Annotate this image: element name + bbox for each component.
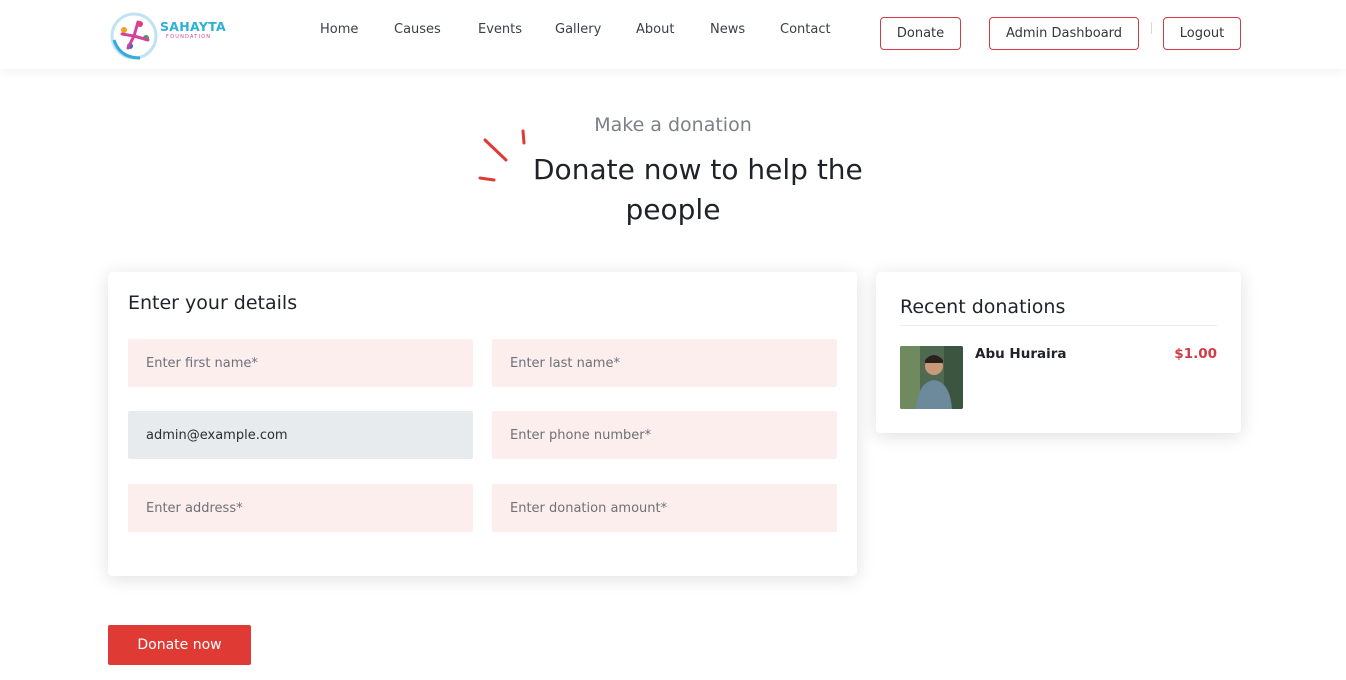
- recent-divider: [900, 325, 1217, 326]
- email-input[interactable]: [128, 411, 473, 459]
- donation-amount: $1.00: [1174, 346, 1217, 362]
- page-title: Donate now to help the: [533, 153, 863, 188]
- recent-title: Recent donations: [900, 296, 1066, 318]
- sparkle-decoration-icon: [478, 129, 526, 182]
- nav-gallery[interactable]: Gallery: [555, 22, 601, 37]
- nav-about[interactable]: About: [636, 22, 674, 37]
- header-divider: [1151, 22, 1152, 34]
- recent-donations-card: Recent donations Abu Huraira $1.00: [876, 272, 1241, 433]
- brand-tagline: FOUNDATION: [166, 34, 212, 40]
- first-name-input[interactable]: [128, 339, 473, 387]
- donation-amount-input[interactable]: [492, 484, 837, 532]
- donate-now-button[interactable]: Donate now: [108, 625, 251, 665]
- title-rest: now to help the: [634, 153, 863, 186]
- form-title: Enter your details: [128, 292, 298, 314]
- address-input[interactable]: [128, 484, 473, 532]
- site-header: SAHAYTA FOUNDATION Home Causes Events Ga…: [0, 0, 1346, 69]
- logout-button[interactable]: Logout: [1163, 17, 1241, 50]
- nav-news[interactable]: News: [710, 22, 745, 37]
- section-subtitle: Make a donation: [594, 114, 752, 136]
- nav-contact[interactable]: Contact: [780, 22, 831, 37]
- nav-home[interactable]: Home: [320, 22, 358, 37]
- brand-logo[interactable]: SAHAYTA FOUNDATION: [110, 10, 230, 62]
- title-highlight: Donate: [533, 153, 635, 188]
- page-title-line2: people: [625, 193, 721, 226]
- details-form-card: Enter your details: [108, 272, 857, 576]
- last-name-input[interactable]: [492, 339, 837, 387]
- phone-input[interactable]: [492, 411, 837, 459]
- nav-causes[interactable]: Causes: [394, 22, 441, 37]
- donor-avatar: [900, 346, 963, 409]
- logo-emblem-icon: [110, 12, 158, 60]
- nav-events[interactable]: Events: [478, 22, 522, 37]
- admin-dashboard-button[interactable]: Admin Dashboard: [989, 17, 1139, 50]
- header-donate-button[interactable]: Donate: [880, 17, 961, 50]
- donor-name: Abu Huraira: [975, 346, 1067, 362]
- brand-name: SAHAYTA: [160, 19, 226, 34]
